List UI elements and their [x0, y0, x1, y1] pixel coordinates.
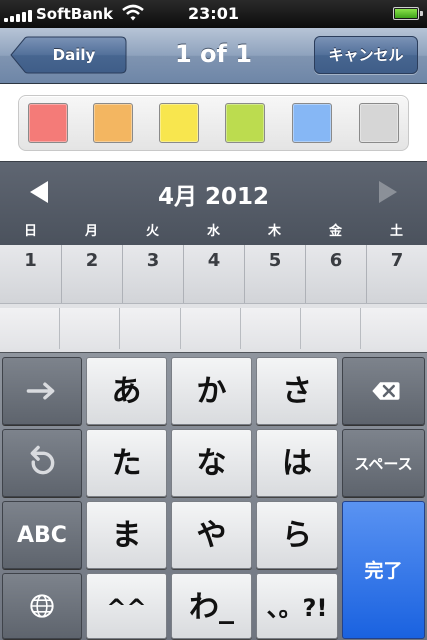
weekday-label: 金 — [328, 224, 342, 239]
color-palette — [18, 95, 409, 151]
backspace-key[interactable] — [342, 357, 425, 425]
kana-key-na[interactable]: な — [171, 429, 252, 497]
clock: 23:01 — [188, 4, 239, 23]
space-key-label: スペース — [354, 455, 413, 473]
kana-key-ha[interactable]: は — [256, 429, 338, 497]
cursor-right-key[interactable] — [2, 357, 82, 425]
done-key[interactable]: 完了 — [342, 501, 425, 639]
calendar-day[interactable]: 4 — [184, 245, 245, 303]
kana-key-ta[interactable]: た — [86, 429, 167, 497]
key-label: ^^ — [106, 594, 147, 622]
weekday-label: 水 — [206, 224, 220, 239]
done-key-label: 完了 — [364, 560, 403, 582]
day-number: 1 — [24, 250, 37, 271]
key-label: さ — [282, 374, 312, 409]
key-label: あ — [111, 374, 142, 409]
kana-key-ka[interactable]: か — [171, 357, 252, 425]
kana-key-ma[interactable]: ま — [86, 501, 167, 569]
key-label: た — [111, 446, 142, 481]
month-label: 4月 2012 — [157, 184, 270, 210]
weekday-label: 日 — [23, 224, 37, 239]
key-label: な — [196, 446, 227, 481]
undo-key[interactable] — [2, 429, 82, 497]
calendar-empty-cell — [361, 308, 427, 349]
calendar-day[interactable]: 5 — [245, 245, 306, 303]
calendar-header: 4月 2012 日 月 火 水 木 金 土 — [0, 161, 427, 245]
calendar-empty-row — [0, 303, 427, 352]
arrow-right-icon — [26, 382, 55, 400]
color-swatch-red[interactable] — [28, 103, 68, 143]
key-label: 、。?! — [266, 594, 328, 622]
day-number: 3 — [146, 250, 160, 271]
day-number: 2 — [85, 250, 99, 271]
punctuation-key[interactable]: 、。?! — [256, 573, 338, 639]
calendar-empty-cell — [60, 308, 120, 349]
kana-key-sa[interactable]: さ — [256, 357, 338, 425]
calendar-day[interactable]: 7 — [367, 245, 427, 303]
navigation-bar: Daily Deeds 1 of 1 キャンセル — [0, 28, 427, 102]
color-swatch-green[interactable] — [225, 103, 265, 143]
kana-key-a[interactable]: あ — [86, 357, 167, 425]
key-label: や — [196, 518, 227, 553]
day-number: 5 — [268, 250, 282, 271]
calendar-day[interactable]: 3 — [123, 245, 184, 303]
key-label: わ_ — [189, 590, 234, 625]
color-swatch-blue[interactable] — [292, 103, 332, 143]
calendar-empty-cell — [120, 308, 181, 349]
battery-icon — [393, 7, 423, 20]
space-key[interactable]: スペース — [342, 429, 425, 497]
day-number: 4 — [207, 250, 221, 271]
kana-key-ra[interactable]: ら — [256, 501, 338, 569]
globe-key[interactable] — [2, 573, 82, 639]
color-swatch-orange[interactable] — [93, 103, 133, 143]
calendar-day[interactable]: 1 — [0, 245, 62, 303]
cancel-button[interactable]: キャンセル — [314, 36, 418, 74]
kana-key-ya[interactable]: や — [171, 501, 252, 569]
day-number: 6 — [329, 250, 343, 271]
calendar-empty-cell — [301, 308, 361, 349]
key-label: ら — [282, 518, 312, 553]
calendar-day[interactable]: 6 — [306, 245, 367, 303]
abc-key-label: ABC — [17, 523, 67, 548]
weekday-label: 月 — [84, 224, 98, 239]
weekday-label: 木 — [267, 224, 281, 239]
calendar-week-row: 1 2 3 4 5 6 7 — [0, 245, 427, 303]
status-bar: SoftBank 23:01 — [0, 0, 427, 28]
color-swatch-gray[interactable] — [359, 103, 399, 143]
color-picker-area — [0, 85, 427, 161]
key-label: か — [196, 374, 227, 409]
calendar-empty-cell — [241, 308, 301, 349]
kana-keyboard: ABC あ か さ た な は ま や ら ^^ わ_ 、。?! スペース 完了 — [0, 352, 427, 640]
color-swatch-yellow[interactable] — [159, 103, 199, 143]
backspace-icon — [372, 382, 400, 400]
key-label: ま — [111, 518, 142, 553]
weekday-label: 土 — [389, 224, 403, 239]
calendar-day[interactable]: 2 — [62, 245, 123, 303]
emoticon-key[interactable]: ^^ — [86, 573, 167, 639]
undo-icon — [30, 445, 55, 475]
globe-icon — [30, 594, 54, 618]
calendar-empty-cell — [181, 308, 241, 349]
day-number: 7 — [390, 250, 404, 271]
right-arrow-icon[interactable] — [377, 180, 399, 204]
abc-key[interactable]: ABC — [2, 501, 82, 569]
weekday-label: 火 — [145, 224, 159, 239]
kana-key-wa[interactable]: わ_ — [171, 573, 252, 639]
key-label: は — [282, 446, 312, 481]
calendar-empty-cell — [0, 308, 60, 349]
